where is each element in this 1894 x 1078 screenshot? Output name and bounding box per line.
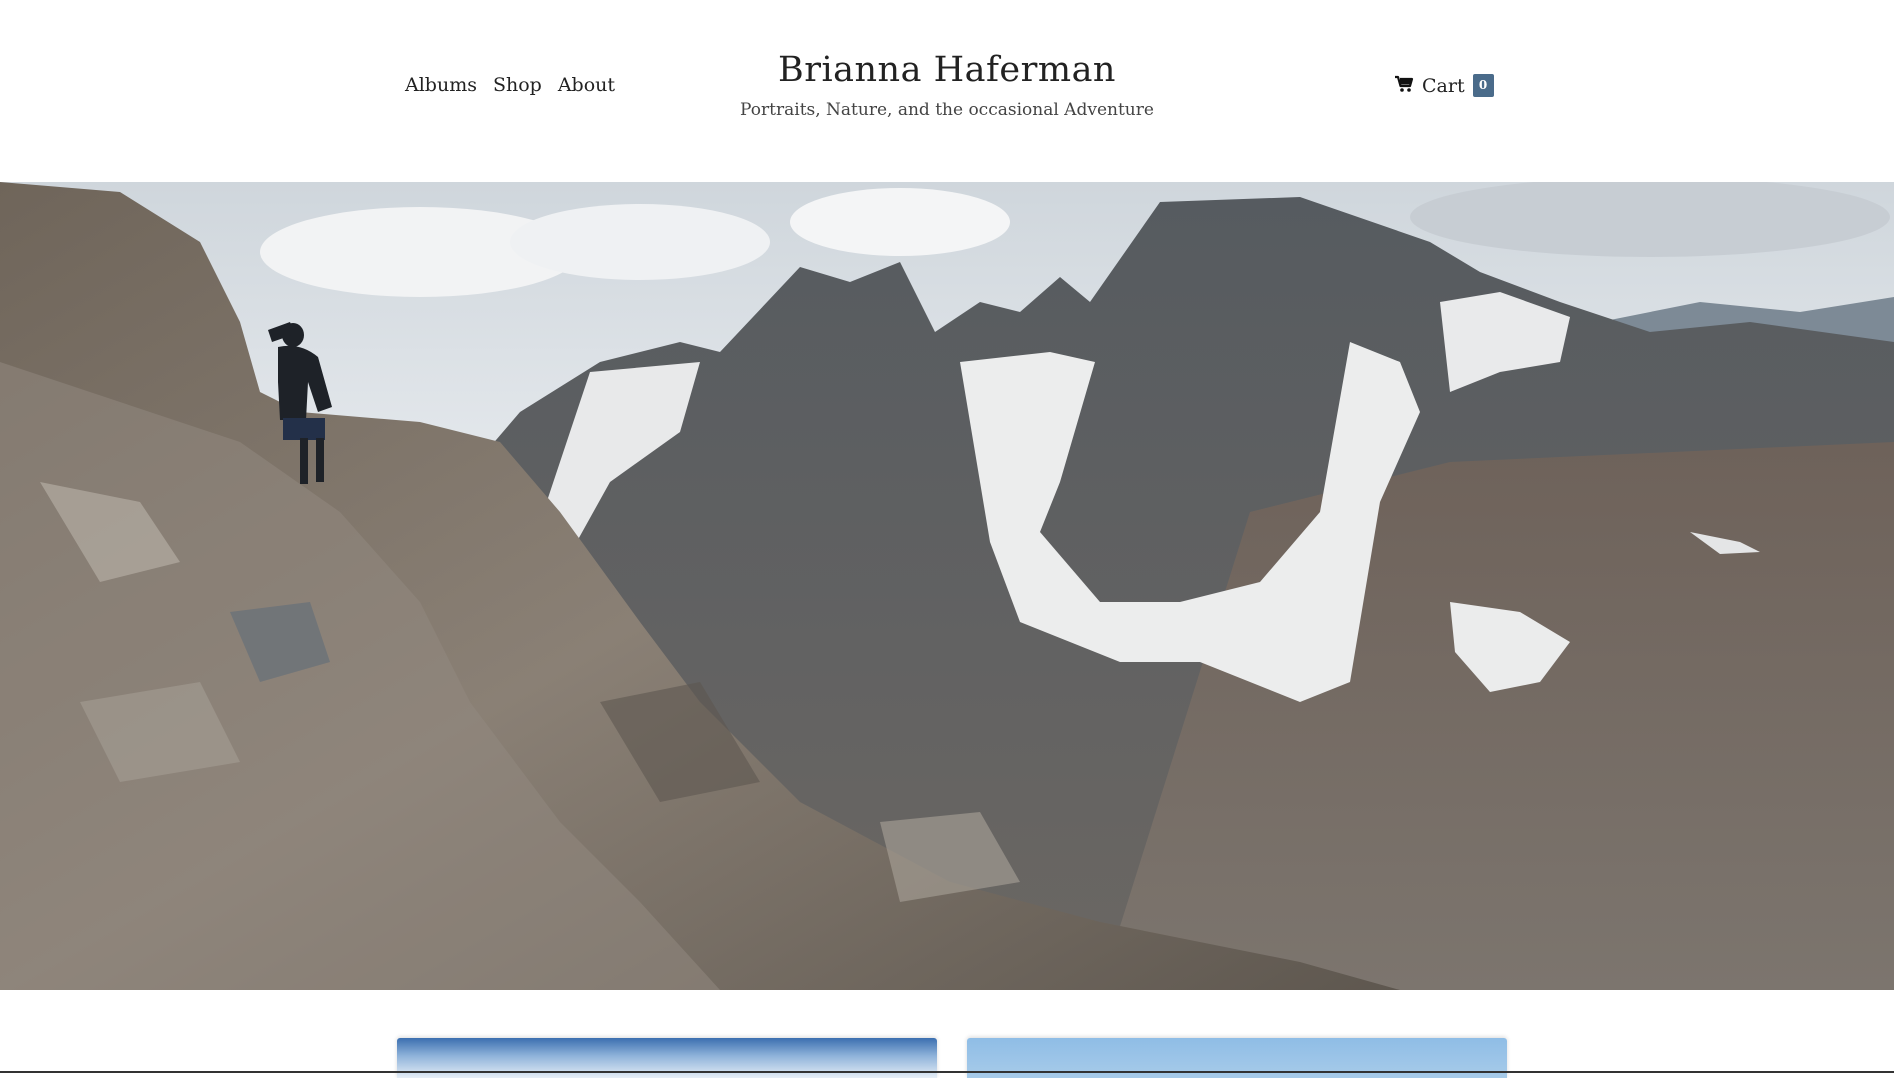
site-brand: Brianna Haferman Portraits, Nature, and …	[0, 50, 1894, 120]
hero-image	[0, 182, 1894, 990]
site-header: Albums Shop About Brianna Haferman Portr…	[0, 0, 1894, 182]
site-tagline: Portraits, Nature, and the occasional Ad…	[740, 100, 1154, 120]
cart-button[interactable]: Cart 0	[1394, 74, 1494, 97]
album-cards	[0, 1038, 1894, 1078]
shopping-cart-icon	[1394, 75, 1414, 97]
cart-count-badge: 0	[1472, 74, 1494, 97]
cart-label: Cart	[1422, 74, 1465, 97]
site-title[interactable]: Brianna Haferman	[0, 50, 1894, 90]
